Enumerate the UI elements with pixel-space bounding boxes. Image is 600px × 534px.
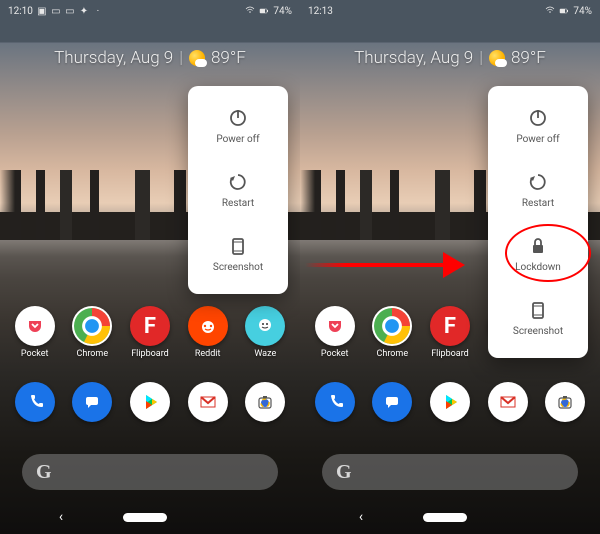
pocket-icon	[315, 306, 355, 346]
lockdown-button[interactable]: Lockdown	[488, 222, 588, 286]
google-g-icon: G	[336, 461, 352, 484]
play-icon	[130, 382, 170, 422]
app-messages[interactable]	[369, 382, 415, 422]
notif2-icon: ▭	[65, 6, 75, 16]
status-time: 12:10	[8, 6, 33, 17]
app-gmail[interactable]	[185, 382, 231, 422]
phone-icon	[15, 382, 55, 422]
gmail-icon	[488, 382, 528, 422]
battery-pct: 74%	[273, 6, 292, 17]
battery-icon	[559, 6, 569, 16]
app-pocket[interactable]: Pocket	[12, 306, 58, 359]
notif-icon: ▭	[51, 6, 61, 16]
battery-icon	[259, 6, 269, 16]
screenshot-label: Screenshot	[513, 326, 563, 337]
power-off-label: Power off	[516, 134, 559, 145]
search-bar[interactable]: G	[322, 454, 578, 490]
messages-icon	[72, 382, 112, 422]
screenshot-button[interactable]: Screenshot	[188, 222, 288, 286]
app-phone[interactable]	[12, 382, 58, 422]
nav-back-button[interactable]: ‹	[359, 509, 363, 525]
flipboard-icon: F	[430, 306, 470, 346]
status-bar: 12:13 74%	[300, 0, 600, 22]
weather-icon	[489, 50, 505, 66]
restart-icon	[528, 172, 548, 192]
power-menu: Power off Restart Screenshot	[188, 86, 288, 294]
restart-button[interactable]: Restart	[188, 158, 288, 222]
flipboard-icon: F	[130, 306, 170, 346]
lockdown-label: Lockdown	[515, 262, 561, 273]
app-play-store[interactable]	[427, 382, 473, 422]
app-phone[interactable]	[312, 382, 358, 422]
screenshot-button[interactable]: Screenshot	[488, 286, 588, 350]
phone-right: 12:13 74% Thursday, Aug 9 | 89°F Power o…	[300, 0, 600, 534]
app-messages[interactable]	[69, 382, 115, 422]
pocket-icon	[15, 306, 55, 346]
status-time: 12:13	[308, 6, 333, 17]
chrome-icon	[72, 306, 112, 346]
screenshot-icon	[528, 300, 548, 320]
lock-icon	[528, 236, 548, 256]
camera-icon	[245, 382, 285, 422]
power-menu: Power off Restart Lockdown Screenshot	[488, 86, 588, 358]
app-dock	[300, 382, 600, 422]
app-dock	[0, 382, 300, 422]
power-icon	[528, 108, 548, 128]
weather-icon	[189, 50, 205, 66]
date-weather[interactable]: Thursday, Aug 9 | 89°F	[0, 48, 300, 68]
screenshot-icon	[228, 236, 248, 256]
restart-label: Restart	[522, 198, 554, 209]
gmail-icon	[188, 382, 228, 422]
nav-bar: ‹	[0, 500, 300, 534]
twitter-icon: ✦	[79, 6, 89, 16]
temp-text: 89°F	[511, 48, 546, 68]
battery-pct: 74%	[573, 6, 592, 17]
power-off-button[interactable]: Power off	[188, 94, 288, 158]
reddit-icon	[188, 306, 228, 346]
nav-home-button[interactable]	[123, 513, 167, 522]
power-off-button[interactable]: Power off	[488, 94, 588, 158]
restart-button[interactable]: Restart	[488, 158, 588, 222]
app-pocket[interactable]: Pocket	[312, 306, 358, 359]
waze-icon	[245, 306, 285, 346]
search-bar[interactable]: G	[22, 454, 278, 490]
temp-text: 89°F	[211, 48, 246, 68]
app-gmail[interactable]	[485, 382, 531, 422]
app-row-1: Pocket Chrome FFlipboard Reddit Waze	[0, 306, 300, 359]
google-g-icon: G	[36, 461, 52, 484]
app-chrome[interactable]: Chrome	[369, 306, 415, 359]
restart-icon	[228, 172, 248, 192]
power-off-label: Power off	[216, 134, 259, 145]
play-icon	[430, 382, 470, 422]
app-waze[interactable]: Waze	[242, 306, 288, 359]
date-text: Thursday, Aug 9	[54, 48, 173, 68]
dot-icon: ·	[93, 6, 103, 16]
date-text: Thursday, Aug 9	[354, 48, 473, 68]
app-reddit[interactable]: Reddit	[185, 306, 231, 359]
image-icon: ▣	[37, 6, 47, 16]
app-camera[interactable]	[542, 382, 588, 422]
screenshot-label: Screenshot	[213, 262, 263, 273]
chrome-icon	[372, 306, 412, 346]
app-play-store[interactable]	[127, 382, 173, 422]
phone-icon	[315, 382, 355, 422]
power-icon	[228, 108, 248, 128]
date-weather[interactable]: Thursday, Aug 9 | 89°F	[300, 48, 600, 68]
app-flipboard[interactable]: FFlipboard	[127, 306, 173, 359]
nav-bar: ‹	[300, 500, 600, 534]
messages-icon	[372, 382, 412, 422]
camera-icon	[545, 382, 585, 422]
app-flipboard[interactable]: FFlipboard	[427, 306, 473, 359]
wifi-icon	[245, 6, 255, 16]
nav-home-button[interactable]	[423, 513, 467, 522]
phone-left: 12:10 ▣ ▭ ▭ ✦ · 74% Thursday, Aug 9 | 89…	[0, 0, 300, 534]
status-bar: 12:10 ▣ ▭ ▭ ✦ · 74%	[0, 0, 300, 22]
nav-back-button[interactable]: ‹	[59, 509, 63, 525]
app-chrome[interactable]: Chrome	[69, 306, 115, 359]
wifi-icon	[545, 6, 555, 16]
restart-label: Restart	[222, 198, 254, 209]
app-camera[interactable]	[242, 382, 288, 422]
